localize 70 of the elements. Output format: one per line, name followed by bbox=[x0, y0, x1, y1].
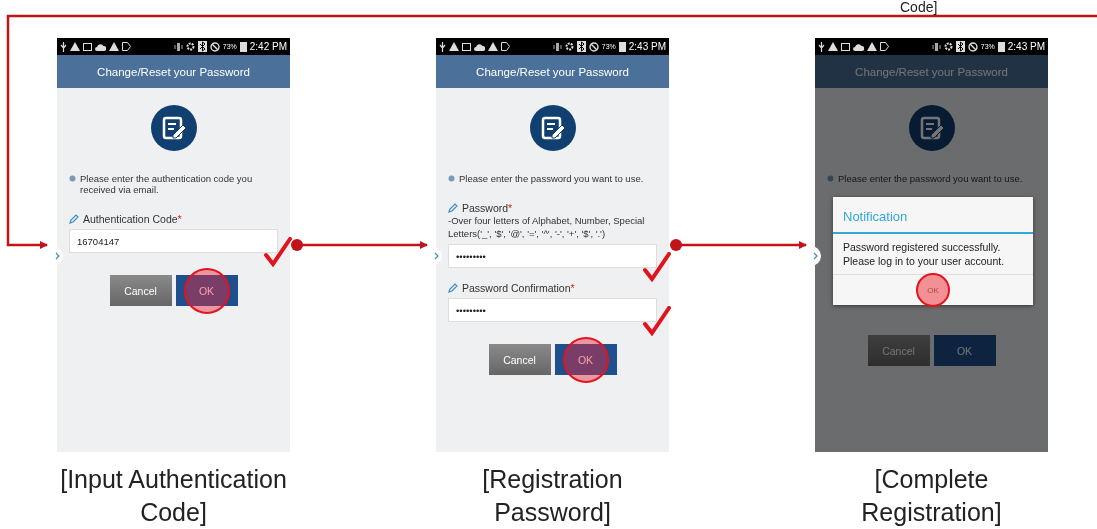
step-caption: [Registration Password] bbox=[482, 464, 623, 528]
bluetooth-icon bbox=[576, 41, 586, 52]
bluetooth-icon bbox=[955, 41, 965, 52]
tag-icon bbox=[501, 42, 510, 51]
field-hint: -Over four letters of Alphabet, Number, Special Letters('_', '$', '@', '=', '^', '-', '+', '$', '.') bbox=[448, 214, 646, 240]
edit-note-icon bbox=[908, 105, 955, 151]
bullet-icon bbox=[448, 175, 455, 182]
bullet-icon bbox=[827, 175, 834, 182]
picture-icon bbox=[462, 42, 471, 51]
ok-button[interactable]: OK bbox=[933, 335, 996, 366]
cancel-button[interactable]: Cancel bbox=[109, 275, 172, 306]
warning-icon bbox=[70, 42, 80, 51]
cloud-icon bbox=[95, 42, 106, 51]
blocked-icon bbox=[967, 41, 978, 52]
picture-icon bbox=[83, 42, 92, 51]
step-caption: [Input Authentication Code] bbox=[60, 464, 287, 528]
clock-time: 2:43 PM bbox=[628, 41, 666, 52]
instruction-text: Please enter the password you want to use. bbox=[838, 173, 1023, 184]
instruction-text: Please enter the password you want to use. bbox=[459, 173, 644, 184]
pencil-icon bbox=[69, 214, 79, 224]
battery-icon bbox=[618, 41, 626, 52]
header-title: Change/Reset your Password bbox=[855, 65, 1008, 78]
header-title: Change/Reset your Password bbox=[476, 65, 629, 78]
ok-button[interactable]: OK bbox=[175, 275, 238, 306]
dialog-message: Password registered successfully. Please log in to your user account. bbox=[842, 240, 1006, 269]
vibrate-icon bbox=[173, 42, 183, 51]
edit-note-icon bbox=[150, 105, 197, 151]
battery-icon bbox=[239, 41, 247, 52]
picture-icon bbox=[841, 42, 850, 51]
vibrate-icon bbox=[552, 42, 562, 51]
header-title: Change/Reset your Password bbox=[97, 65, 250, 78]
warning-icon bbox=[449, 42, 459, 51]
pencil-icon bbox=[448, 283, 458, 293]
cancel-button[interactable]: Cancel bbox=[488, 344, 551, 375]
vibrate-icon bbox=[931, 42, 941, 51]
warning-icon bbox=[488, 42, 498, 51]
cloud-icon bbox=[474, 42, 485, 51]
blocked-icon bbox=[209, 41, 220, 52]
dialog-ok-button[interactable]: OK bbox=[833, 275, 1033, 305]
instruction-text: Please enter the authentication code you received via email. bbox=[80, 173, 254, 195]
clock-time: 2:43 PM bbox=[1007, 41, 1045, 52]
gear-icon bbox=[564, 42, 574, 51]
clock-time: 2:42 PM bbox=[249, 41, 287, 52]
field-label: Password Confirmation* bbox=[462, 282, 575, 294]
step-caption: [Complete Registration] bbox=[861, 464, 1002, 528]
warning-icon bbox=[828, 42, 838, 51]
tag-icon bbox=[122, 42, 131, 51]
input-field[interactable]: ••••••••• bbox=[448, 244, 657, 268]
caption-fragment: Code] bbox=[900, 0, 938, 15]
bluetooth-icon bbox=[197, 41, 207, 52]
input-field[interactable]: ••••••••• bbox=[448, 298, 657, 322]
battery-icon bbox=[997, 41, 1005, 52]
dialog-title: Notification bbox=[833, 197, 1033, 234]
blocked-icon bbox=[588, 41, 599, 52]
gear-icon bbox=[185, 42, 195, 51]
input-field[interactable]: 16704147 bbox=[69, 229, 278, 253]
tag-icon bbox=[880, 42, 889, 51]
usb-icon bbox=[60, 41, 67, 52]
warning-icon bbox=[109, 42, 119, 51]
cloud-icon bbox=[853, 42, 864, 51]
ok-button[interactable]: OK bbox=[554, 344, 617, 375]
field-label: Password* bbox=[462, 202, 513, 214]
usb-icon bbox=[439, 41, 446, 52]
warning-icon bbox=[867, 42, 877, 51]
field-label: Authentication Code* bbox=[83, 213, 182, 225]
pencil-icon bbox=[448, 203, 458, 213]
gear-icon bbox=[943, 42, 953, 51]
bullet-icon bbox=[69, 175, 76, 182]
usb-icon bbox=[818, 41, 825, 52]
edit-note-icon bbox=[529, 105, 576, 151]
